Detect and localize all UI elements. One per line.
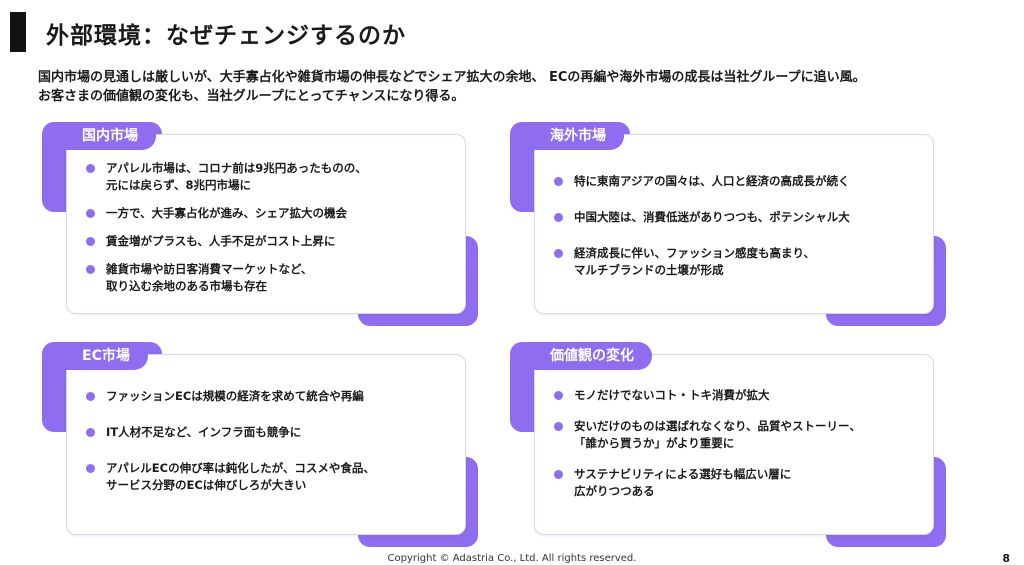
bullet-dot-icon xyxy=(86,209,95,218)
bullet-list: アパレル市場は、コロナ前は9兆円あったものの、 元には戻らず、8兆円市場に 一方で… xyxy=(86,160,458,295)
title-accent-bar xyxy=(10,12,26,52)
bullet-list: モノだけでないコト・トキ消費が拡大 安いだけのものは選ばれなくなり、品質やストー… xyxy=(554,387,926,500)
page-title: 外部環境：なぜチェンジするのか xyxy=(46,23,406,49)
bullet-dot-icon xyxy=(86,237,95,246)
bullet-dot-icon xyxy=(86,164,95,173)
bullet-dot-icon xyxy=(554,470,563,479)
list-item: アパレル市場は、コロナ前は9兆円あったものの、 元には戻らず、8兆円市場に xyxy=(86,160,458,194)
bullet-dot-icon xyxy=(554,391,563,400)
list-item: 賃金増がプラスも、人手不足がコスト上昇に xyxy=(86,233,458,250)
list-item: 経済成長に伴い、ファッション感度も高まり、 マルチブランドの土壌が形成 xyxy=(554,245,926,279)
list-item: 中国大陸は、消費低迷がありつつも、ポテンシャル大 xyxy=(554,209,926,226)
bullet-list: 特に東南アジアの国々は、人口と経済の高成長が続く 中国大陸は、消費低迷がありつつ… xyxy=(554,173,926,279)
list-item: 雑貨市場や訪日客消費マーケットなど、 取り込む余地のある市場も存在 xyxy=(86,261,458,295)
copyright-notice: Copyright © Adastria Co., Ltd. All right… xyxy=(387,553,637,564)
page-number: 8 xyxy=(1002,552,1010,565)
bullet-dot-icon xyxy=(554,422,563,431)
intro-text: 国内市場の見通しは厳しいが、大手寡占化や雑貨市場の伸長などでシェア拡大の余地、 … xyxy=(38,68,866,106)
bullet-dot-icon xyxy=(86,464,95,473)
panel-tag: EC市場 xyxy=(60,342,148,370)
bullet-dot-icon xyxy=(86,428,95,437)
list-item: 安いだけのものは選ばれなくなり、品質やストーリー、 「誰から買うか」がより重要に xyxy=(554,418,926,452)
bullet-dot-icon xyxy=(554,249,563,258)
list-item: ファッションECは規模の経済を求めて統合や再編 xyxy=(86,388,458,405)
panel-changing-values: 価値観の変化 モノだけでないコト・トキ消費が拡大 安いだけのものは選ばれなくなり… xyxy=(510,342,946,547)
bullet-dot-icon xyxy=(554,177,563,186)
panel-ec-market: EC市場 ファッションECは規模の経済を求めて統合や再編 IT人材不足など、イン… xyxy=(42,342,478,547)
intro-line-2: お客さまの価値観の変化も、当社グループにとってチャンスになり得る。 xyxy=(38,89,465,104)
list-item: IT人材不足など、インフラ面も競争に xyxy=(86,424,458,441)
panel-tag: 価値観の変化 xyxy=(528,342,652,370)
list-item: 特に東南アジアの国々は、人口と経済の高成長が続く xyxy=(554,173,926,190)
bullet-dot-icon xyxy=(554,213,563,222)
list-item: アパレルECの伸び率は鈍化したが、コスメや食品、 サービス分野のECは伸びしろが大… xyxy=(86,460,458,494)
bullet-dot-icon xyxy=(86,392,95,401)
list-item: 一方で、大手寡占化が進み、シェア拡大の機会 xyxy=(86,205,458,222)
panel-overseas-market: 海外市場 特に東南アジアの国々は、人口と経済の高成長が続く 中国大陸は、消費低迷… xyxy=(510,122,946,326)
list-item: モノだけでないコト・トキ消費が拡大 xyxy=(554,387,926,404)
list-item: サステナビリティによる選好も幅広い層に 広がりつつある xyxy=(554,466,926,500)
panel-tag: 海外市場 xyxy=(528,122,624,150)
panel-domestic-market: 国内市場 アパレル市場は、コロナ前は9兆円あったものの、 元には戻らず、8兆円市場… xyxy=(42,122,478,326)
bullet-dot-icon xyxy=(86,265,95,274)
panel-tag: 国内市場 xyxy=(60,122,156,150)
intro-line-1: 国内市場の見通しは厳しいが、大手寡占化や雑貨市場の伸長などでシェア拡大の余地、 … xyxy=(38,70,866,85)
bullet-list: ファッションECは規模の経済を求めて統合や再編 IT人材不足など、インフラ面も競… xyxy=(86,388,458,494)
